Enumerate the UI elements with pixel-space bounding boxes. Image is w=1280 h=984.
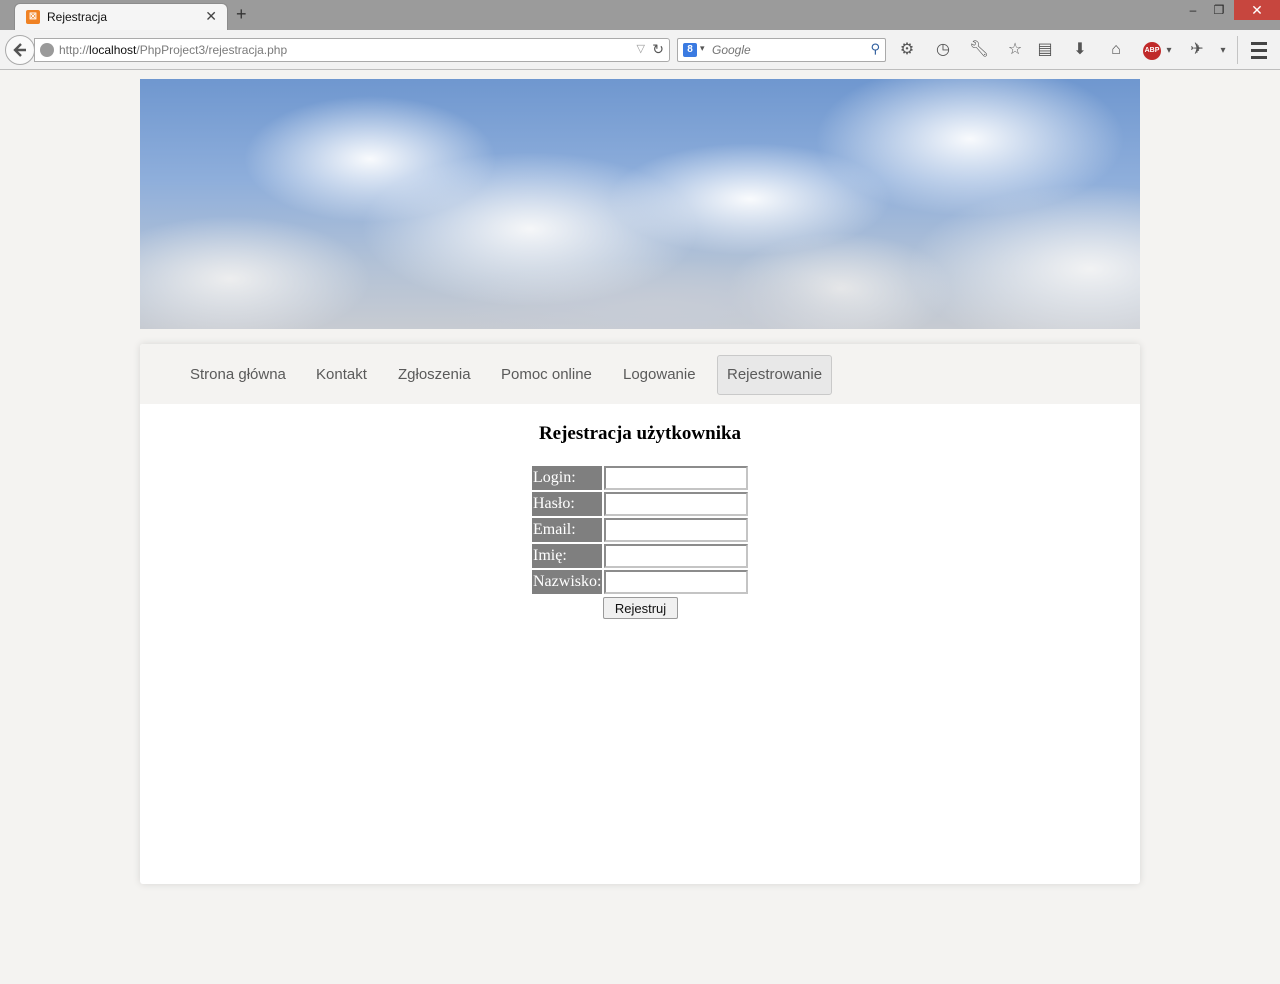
header-clouds-image bbox=[140, 79, 1140, 329]
wrench-icon[interactable]: 🔧︎ bbox=[968, 40, 990, 62]
toolbar-separator bbox=[1237, 36, 1238, 64]
search-input[interactable] bbox=[712, 41, 860, 59]
browser-tab[interactable]: ⊠ Rejestracja ✕ bbox=[14, 3, 228, 30]
content-box: Strona główna Kontakt Zgłoszenia Pomoc o… bbox=[140, 344, 1140, 884]
gear-icon[interactable]: ⚙ bbox=[896, 40, 918, 62]
extension-dropdown-icon[interactable]: ▾ bbox=[1212, 41, 1234, 63]
adblock-dropdown-icon[interactable]: ▾ bbox=[1158, 41, 1180, 63]
password-label: Hasło: bbox=[532, 492, 602, 516]
form-title: Rejestracja użytkownika bbox=[538, 423, 742, 444]
first-name-input[interactable] bbox=[604, 544, 748, 568]
password-input[interactable] bbox=[604, 492, 748, 516]
extension-icon[interactable]: ✈ bbox=[1186, 40, 1208, 62]
url-dropdown-icon[interactable]: ▽ bbox=[637, 42, 645, 55]
menu-item-logowanie[interactable]: Logowanie bbox=[613, 355, 706, 395]
login-label: Login: bbox=[532, 466, 602, 490]
back-arrow-icon bbox=[13, 43, 26, 57]
globe-icon bbox=[40, 43, 54, 57]
last-name-input[interactable] bbox=[604, 570, 748, 594]
back-button[interactable] bbox=[5, 35, 35, 65]
login-input[interactable] bbox=[604, 466, 748, 490]
menu-icon[interactable] bbox=[1247, 38, 1271, 62]
history-icon[interactable]: ◷ bbox=[932, 40, 954, 62]
menu-item-pomoc-online[interactable]: Pomoc online bbox=[491, 355, 602, 395]
window-restore-button[interactable]: ❐ bbox=[1206, 0, 1232, 20]
menu-item-rejestrowanie[interactable]: Rejestrowanie bbox=[717, 355, 833, 395]
url-text[interactable]: http://localhost/PhpProject3/rejestracja… bbox=[59, 43, 287, 57]
search-engine-dropdown-icon[interactable]: ▾ bbox=[700, 43, 705, 54]
register-button[interactable]: Rejestruj bbox=[603, 597, 678, 619]
url-bar[interactable]: http://localhost/PhpProject3/rejestracja… bbox=[34, 38, 670, 62]
bookmark-star-icon[interactable]: ☆ bbox=[1004, 40, 1026, 62]
email-input[interactable] bbox=[604, 518, 748, 542]
window-close-button[interactable]: ✕ bbox=[1234, 0, 1280, 20]
tab-close-icon[interactable]: ✕ bbox=[205, 8, 217, 25]
last-name-label: Nazwisko: bbox=[532, 570, 602, 594]
google-icon[interactable]: 8 bbox=[683, 43, 697, 57]
menu-item-kontakt[interactable]: Kontakt bbox=[306, 355, 377, 395]
first-name-label: Imię: bbox=[532, 544, 602, 568]
browser-navbar: http://localhost/PhpProject3/rejestracja… bbox=[0, 30, 1280, 70]
menu-item-strona-glowna[interactable]: Strona główna bbox=[180, 355, 296, 395]
search-go-icon[interactable]: ⚲ bbox=[870, 41, 880, 57]
email-label: Email: bbox=[532, 518, 602, 542]
search-bar[interactable]: 8 ▾ ⚲ bbox=[677, 38, 886, 62]
reader-icon[interactable]: ▤ bbox=[1034, 40, 1056, 62]
tab-title: Rejestracja bbox=[47, 10, 108, 24]
window-minimize-button[interactable]: – bbox=[1180, 0, 1206, 20]
site-menu: Strona główna Kontakt Zgłoszenia Pomoc o… bbox=[140, 344, 1140, 404]
menu-item-zgloszenia[interactable]: Zgłoszenia bbox=[388, 355, 481, 395]
xampp-favicon-icon: ⊠ bbox=[26, 10, 40, 24]
download-icon[interactable]: ⬇ bbox=[1069, 40, 1091, 62]
home-icon[interactable]: ⌂ bbox=[1105, 40, 1127, 62]
new-tab-button[interactable]: + bbox=[236, 4, 247, 25]
reload-icon[interactable]: ↻ bbox=[652, 41, 664, 58]
browser-titlebar: ⊠ Rejestracja ✕ + – ❐ ✕ bbox=[0, 0, 1280, 30]
